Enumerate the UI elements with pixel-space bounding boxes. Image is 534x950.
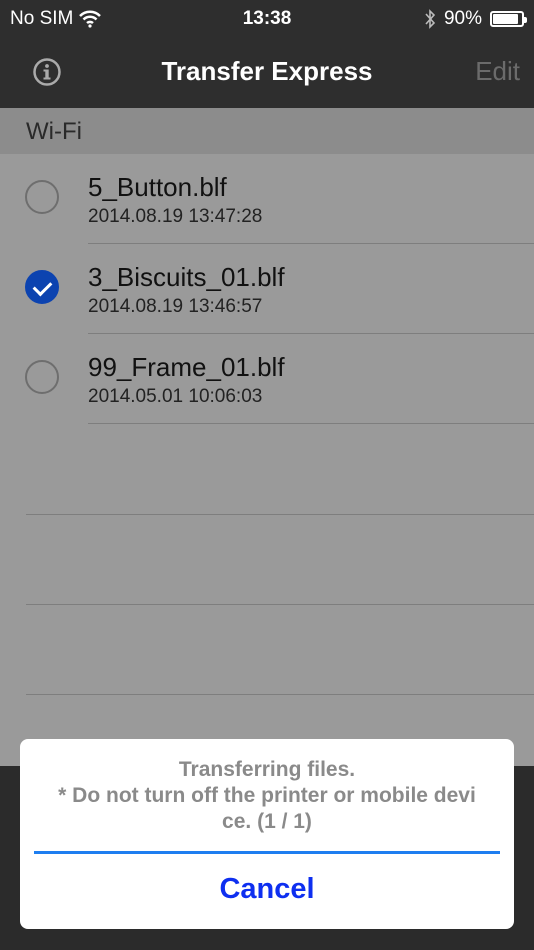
dialog-line-3: ce. (1 / 1) — [222, 810, 312, 833]
radio-unchecked-icon[interactable] — [25, 360, 59, 394]
dialog-line-1: Transferring files. — [178, 758, 356, 781]
file-list: 5_Button.blf 2014.08.19 13:47:28 3_Biscu… — [0, 154, 534, 766]
file-date: 2014.08.19 13:47:28 — [88, 206, 263, 227]
list-item[interactable]: 5_Button.blf 2014.08.19 13:47:28 — [0, 154, 534, 244]
file-date: 2014.05.01 10:06:03 — [88, 386, 263, 407]
progress-fill — [34, 851, 500, 854]
bluetooth-icon — [425, 9, 436, 29]
radio-unchecked-icon[interactable] — [25, 180, 59, 214]
status-bar: No SIM 13:38 90% — [0, 0, 534, 40]
transfer-dialog: Transferring files. * Do not turn off th… — [20, 739, 514, 929]
navigation-bar: Transfer Express Edit — [0, 40, 534, 108]
divider — [26, 694, 534, 695]
divider — [88, 423, 534, 424]
cancel-button[interactable]: Cancel — [20, 873, 514, 906]
file-name: 3_Biscuits_01.blf — [88, 262, 285, 292]
divider — [26, 604, 534, 605]
section-title: Wi-Fi — [26, 118, 82, 145]
battery-icon — [490, 11, 527, 27]
divider — [26, 514, 534, 515]
top-bar: No SIM 13:38 90% Transfer Express Edit — [0, 0, 534, 108]
progress-bar — [34, 851, 500, 854]
page-title: Transfer Express — [161, 56, 373, 86]
radio-checked-icon[interactable] — [25, 270, 59, 304]
list-item[interactable]: 99_Frame_01.blf 2014.05.01 10:06:03 — [0, 334, 534, 424]
battery-percent: 90% — [443, 8, 482, 29]
list-item[interactable]: 3_Biscuits_01.blf 2014.08.19 13:46:57 — [0, 244, 534, 334]
edit-button[interactable]: Edit — [475, 56, 520, 87]
section-header: Wi-Fi — [0, 108, 534, 154]
dialog-line-2: * Do not turn off the printer or mobile … — [58, 784, 476, 807]
file-name: 5_Button.blf — [88, 172, 227, 202]
file-name: 99_Frame_01.blf — [88, 352, 285, 382]
file-date: 2014.08.19 13:46:57 — [88, 296, 263, 317]
dialog-message: Transferring files. * Do not turn off th… — [40, 757, 494, 835]
